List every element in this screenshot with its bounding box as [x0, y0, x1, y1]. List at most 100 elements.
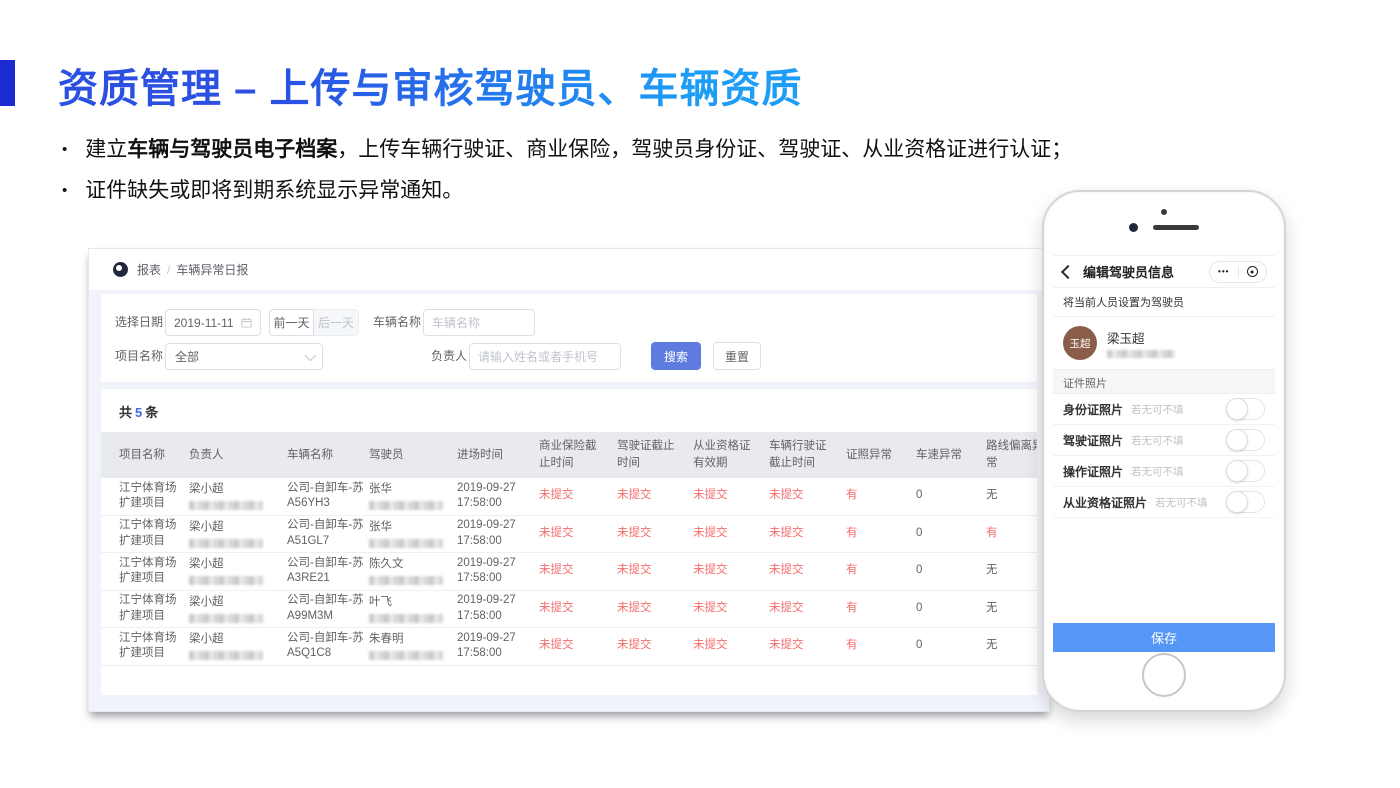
- cell-speed-abnormal: 0: [916, 563, 986, 579]
- cell-entry-time: 2019-09-27 17:58:00: [457, 593, 539, 624]
- home-button[interactable]: [1142, 653, 1186, 697]
- filter-panel: 选择日期 2019-11-11 前一天 后一天 车辆名称 项目名称 全部 负责人…: [101, 294, 1037, 382]
- bullet-dot-icon: •: [62, 140, 67, 160]
- redacted-phone: [189, 501, 263, 510]
- cell-license-deadline: 未提交: [617, 563, 693, 579]
- column-header: 项目名称: [119, 447, 189, 464]
- cell-project: 江宁体育场扩建项目: [119, 556, 189, 587]
- cert-fields: 身份证照片 若无可不填 驾驶证照片 若无可不填 操作证照片 若无可不填: [1053, 394, 1275, 518]
- cell-license-deadline: 未提交: [617, 488, 693, 504]
- page-title: 资质管理 – 上传与审核驾驶员、车辆资质: [58, 56, 802, 114]
- save-button[interactable]: 保存: [1053, 623, 1275, 652]
- column-header: 从业资格证有效期: [693, 438, 769, 471]
- cell-qualification-validity: 未提交: [693, 601, 769, 617]
- target-icon: [1247, 266, 1258, 277]
- breadcrumb-section[interactable]: 报表: [137, 261, 161, 278]
- cert-field-row: 身份证照片 若无可不填: [1053, 394, 1275, 425]
- cell-cert-abnormal: 有: [846, 526, 916, 542]
- cell-entry-time: 2019-09-27 17:58:00: [457, 556, 539, 587]
- column-header: 车速异常: [916, 447, 986, 464]
- table-row: 江宁体育场扩建项目 梁小超 公司-自卸车-苏 A99M3M 叶飞 2019: [101, 591, 1037, 629]
- cell-driver: 张华: [369, 482, 457, 510]
- driver-name: 梁玉超: [1107, 328, 1175, 347]
- back-icon[interactable]: [1061, 264, 1075, 278]
- more-dots-icon: •••: [1218, 267, 1229, 276]
- cert-field-hint: 若无可不填: [1155, 495, 1208, 510]
- cell-insurance-deadline: 未提交: [539, 638, 617, 654]
- bullet-list: • 建立车辆与驾驶员电子档案，上传车辆行驶证、商业保险，驾驶员身份证、驾驶证、从…: [62, 136, 1072, 205]
- cell-route-abnormal: 有: [986, 526, 1037, 542]
- cert-field-label: 操作证照片: [1063, 463, 1123, 480]
- project-select[interactable]: 全部: [165, 343, 323, 370]
- reset-button[interactable]: 重置: [713, 342, 761, 370]
- prev-day-button[interactable]: 前一天: [269, 309, 314, 336]
- table-row: 江宁体育场扩建项目 梁小超 公司-自卸车-苏 A51GL7 张华 2019: [101, 516, 1037, 554]
- cell-cert-abnormal: 有: [846, 563, 916, 579]
- cell-license-deadline: 未提交: [617, 601, 693, 617]
- cell-insurance-deadline: 未提交: [539, 563, 617, 579]
- toggle-knob: [1226, 429, 1248, 451]
- owner-input[interactable]: [469, 343, 621, 370]
- cell-cert-abnormal: 有: [846, 601, 916, 617]
- bullet-item: • 证件缺失或即将到期系统显示异常通知。: [62, 177, 1072, 204]
- count-value: 5: [132, 405, 145, 420]
- redacted-phone: [1107, 350, 1175, 358]
- toggle-knob: [1226, 460, 1248, 482]
- chevron-down-icon: [305, 349, 316, 360]
- redacted-phone: [189, 576, 263, 585]
- bullet-text: 证件缺失或即将到期系统显示异常通知。: [85, 177, 463, 204]
- column-header: 路线偏离异常: [986, 438, 1037, 471]
- cert-field-hint: 若无可不填: [1131, 402, 1184, 417]
- app-logo-icon: [113, 262, 128, 277]
- toggle-switch[interactable]: [1226, 429, 1265, 451]
- bullet-dot-icon: •: [62, 181, 67, 201]
- vehicle-name-input[interactable]: [423, 309, 535, 336]
- cell-vehicle-license-deadline: 未提交: [769, 563, 846, 579]
- cert-field-row: 从业资格证照片 若无可不填: [1053, 487, 1275, 518]
- cell-speed-abnormal: 0: [916, 488, 986, 504]
- vehicle-name-label: 车辆名称: [373, 309, 421, 336]
- redacted-phone: [369, 501, 443, 510]
- cell-route-abnormal: 无: [986, 601, 1037, 617]
- breadcrumb-divider: /: [167, 263, 170, 277]
- redacted-phone: [369, 651, 443, 660]
- column-header: 车辆行驶证截止时间: [769, 438, 846, 471]
- cert-field-row: 驾驶证照片 若无可不填: [1053, 425, 1275, 456]
- cell-route-abnormal: 无: [986, 563, 1037, 579]
- next-day-button[interactable]: 后一天: [314, 309, 359, 336]
- calendar-icon: [241, 317, 252, 328]
- cell-qualification-validity: 未提交: [693, 526, 769, 542]
- cert-field-hint: 若无可不填: [1131, 433, 1184, 448]
- cert-field-label: 身份证照片: [1063, 401, 1123, 418]
- column-header: 驾驶员: [369, 447, 457, 464]
- phone-nav-bar: 编辑驾驶员信息 •••: [1053, 256, 1275, 288]
- miniprogram-capsule: •••: [1209, 261, 1267, 283]
- cell-owner: 梁小超: [189, 520, 287, 548]
- phone-mockup: 编辑驾驶员信息 ••• 将当前人员设置为驾驶员 玉超 梁玉超 证件照片 身份证照…: [1042, 190, 1286, 712]
- date-picker[interactable]: 2019-11-11: [165, 309, 261, 336]
- cell-owner: 梁小超: [189, 557, 287, 585]
- cell-insurance-deadline: 未提交: [539, 526, 617, 542]
- search-button[interactable]: 搜索: [651, 342, 701, 370]
- toggle-switch[interactable]: [1226, 491, 1265, 513]
- cert-field-label: 驾驶证照片: [1063, 432, 1123, 449]
- cell-cert-abnormal: 有: [846, 638, 916, 654]
- close-minimize-button[interactable]: [1239, 262, 1267, 282]
- cell-license-deadline: 未提交: [617, 638, 693, 654]
- cell-qualification-validity: 未提交: [693, 563, 769, 579]
- toggle-switch[interactable]: [1226, 398, 1265, 420]
- redacted-phone: [369, 539, 443, 548]
- column-header: 负责人: [189, 447, 287, 464]
- column-header: 车辆名称: [287, 447, 369, 464]
- phone-screen: 编辑驾驶员信息 ••• 将当前人员设置为驾驶员 玉超 梁玉超 证件照片 身份证照…: [1053, 255, 1275, 652]
- redacted-phone: [189, 539, 263, 548]
- cert-field-hint: 若无可不填: [1131, 464, 1184, 479]
- cell-driver: 朱春明: [369, 632, 457, 660]
- avatar: 玉超: [1063, 326, 1097, 360]
- cell-vehicle-license-deadline: 未提交: [769, 488, 846, 504]
- toggle-switch[interactable]: [1226, 460, 1265, 482]
- cell-driver: 叶飞: [369, 595, 457, 623]
- section-header: 证件照片: [1053, 369, 1275, 394]
- more-button[interactable]: •••: [1210, 262, 1238, 282]
- cell-route-abnormal: 无: [986, 638, 1037, 654]
